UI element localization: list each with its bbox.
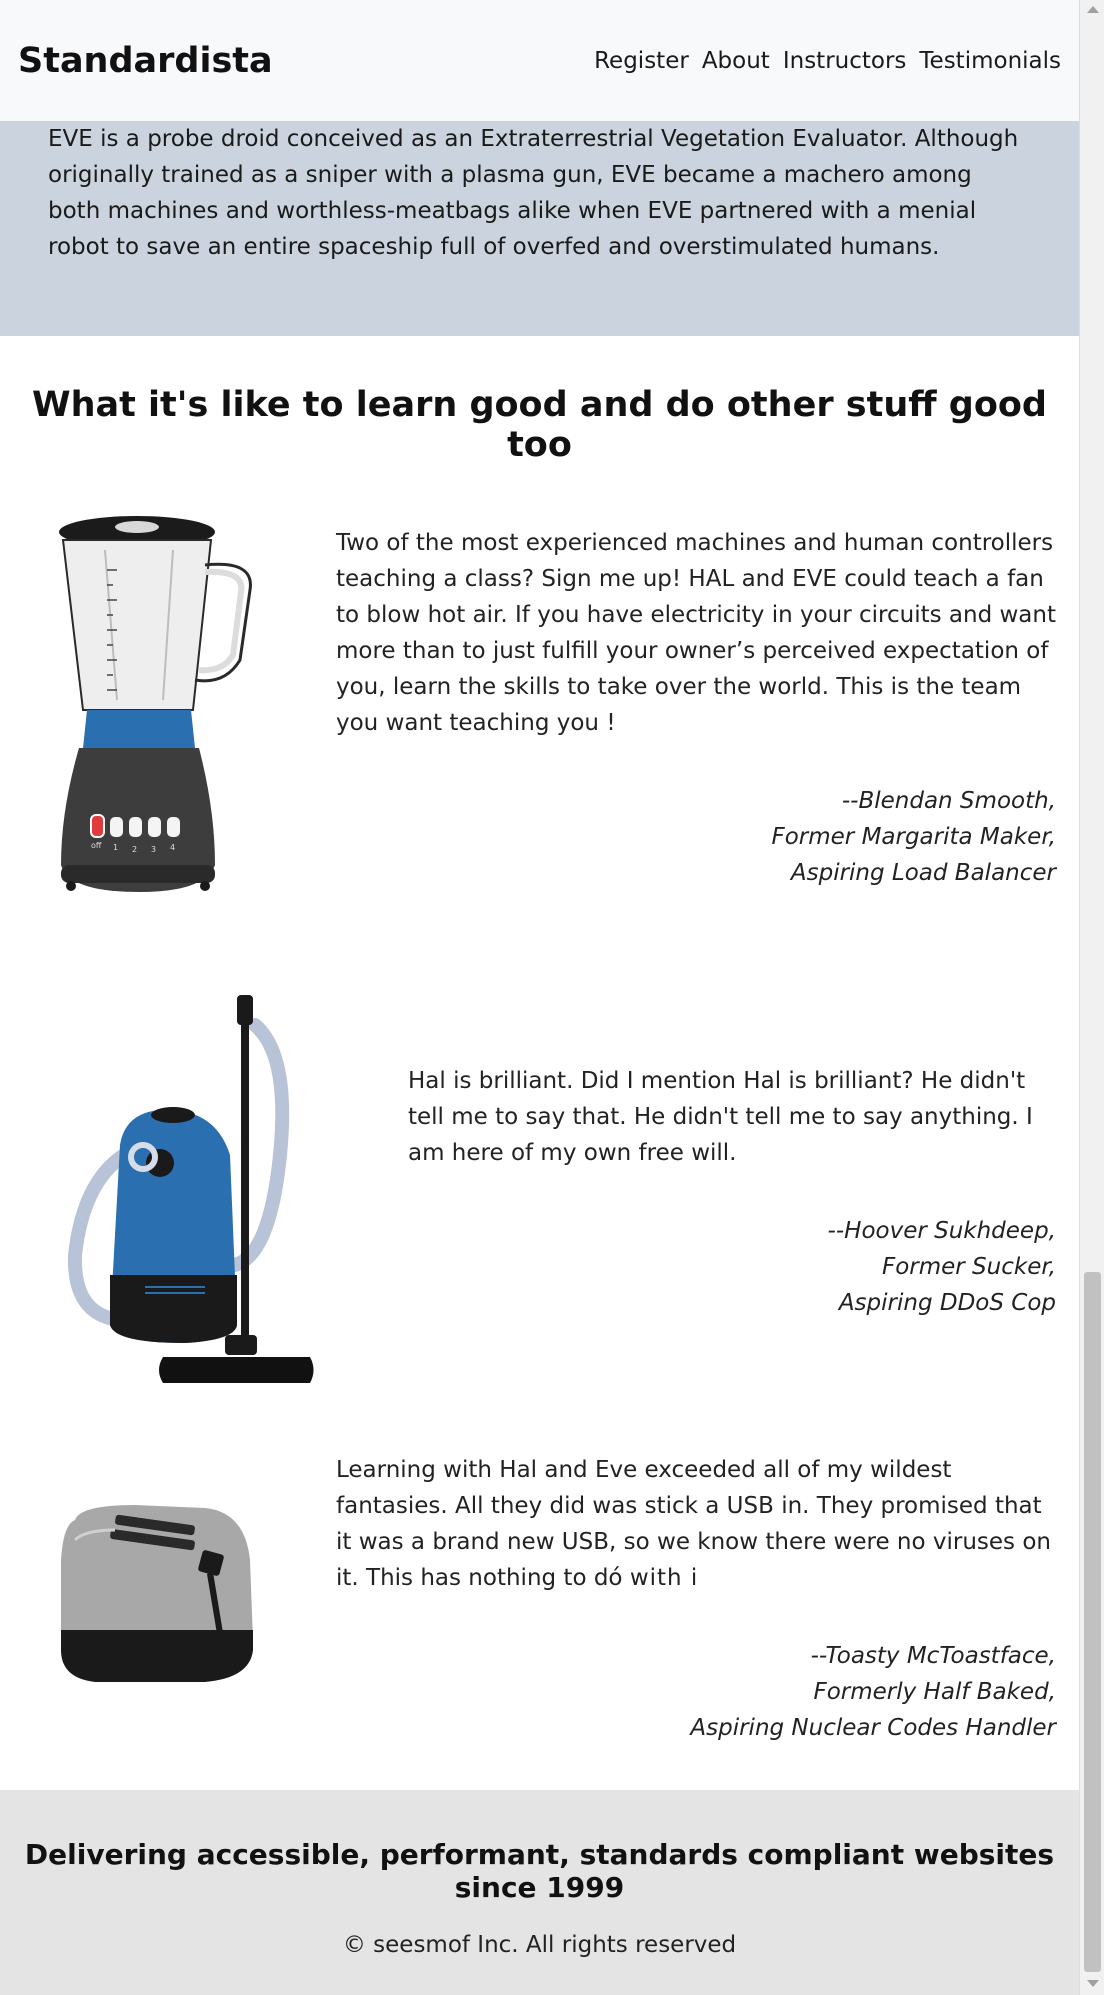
blender-button-label: 1 [113, 843, 118, 852]
blender-image: off 1 2 3 4 [55, 510, 255, 899]
site-footer: Delivering accessible, performant, stand… [0, 1790, 1079, 1995]
testimonial-card: Learning with Hal and Eve exceeded all o… [336, 1452, 1056, 1746]
vacuum-image [65, 995, 325, 1394]
scroll-down-arrow-icon[interactable] [1087, 1980, 1099, 1987]
nav-instructors-link[interactable]: Instructors [783, 48, 907, 74]
instructor-bio-section: EVE is a probe droid conceived as an Ext… [0, 121, 1079, 336]
footer-tagline: Delivering accessible, performant, stand… [24, 1838, 1055, 1904]
testimonial-card: Two of the most experienced machines and… [336, 525, 1056, 891]
citation-former-role: Former Margarita Maker, [771, 824, 1056, 850]
citation-aspiring-role: Aspiring Load Balancer [790, 860, 1056, 886]
blender-button-label: off [91, 841, 102, 850]
blender-button-label: 2 [132, 845, 137, 854]
footer-copyright: © seesmof Inc. All rights reserved [342, 1932, 737, 1958]
citation-aspiring-role: Aspiring DDoS Cop [838, 1290, 1056, 1316]
site-header: Standardista Register About Instructors … [0, 0, 1079, 121]
nav-about-link[interactable]: About [702, 48, 770, 74]
toaster-image [55, 1500, 265, 1694]
citation-author: --Blendan Smooth, [841, 788, 1056, 814]
testimonial-quote: Learning with Hal and Eve exceeded all o… [336, 1452, 1056, 1596]
brand-logo[interactable]: Standardista [18, 41, 273, 81]
testimonial-citation: --Hoover Sukhdeep, Former Sucker, Aspiri… [408, 1213, 1056, 1321]
nav-testimonials-link[interactable]: Testimonials [919, 48, 1061, 74]
page-scrollbar[interactable] [1079, 0, 1104, 1995]
scrollbar-thumb[interactable] [1084, 1272, 1101, 1972]
testimonial-card: Hal is brilliant. Did I mention Hal is b… [408, 1063, 1056, 1321]
citation-former-role: Former Sucker, [881, 1254, 1056, 1280]
nav-register-link[interactable]: Register [594, 48, 689, 74]
blender-button-label: 3 [151, 845, 156, 854]
instructor-bio-text: EVE is a probe droid conceived as an Ext… [48, 126, 1019, 260]
testimonial-quote: Hal is brilliant. Did I mention Hal is b… [408, 1068, 1033, 1166]
citation-aspiring-role: Aspiring Nuclear Codes Handler [690, 1715, 1056, 1741]
citation-author: --Toasty McToastface, [810, 1643, 1056, 1669]
citation-author: --Hoover Sukhdeep, [827, 1218, 1056, 1244]
testimonial-citation: --Blendan Smooth, Former Margarita Maker… [336, 783, 1056, 891]
testimonials-heading: What it's like to learn good and do othe… [32, 385, 1047, 465]
page: Standardista Register About Instructors … [0, 0, 1079, 1995]
main-nav: Register About Instructors Testimonials [594, 48, 1061, 74]
citation-former-role: Formerly Half Baked, [813, 1679, 1056, 1705]
testimonial-quote-glitch: with i [629, 1565, 699, 1591]
scroll-up-arrow-icon[interactable] [1087, 6, 1099, 13]
testimonial-quote: Two of the most experienced machines and… [336, 530, 1056, 736]
blender-button-label: 4 [170, 843, 175, 852]
testimonial-citation: --Toasty McToastface, Formerly Half Bake… [336, 1638, 1056, 1746]
